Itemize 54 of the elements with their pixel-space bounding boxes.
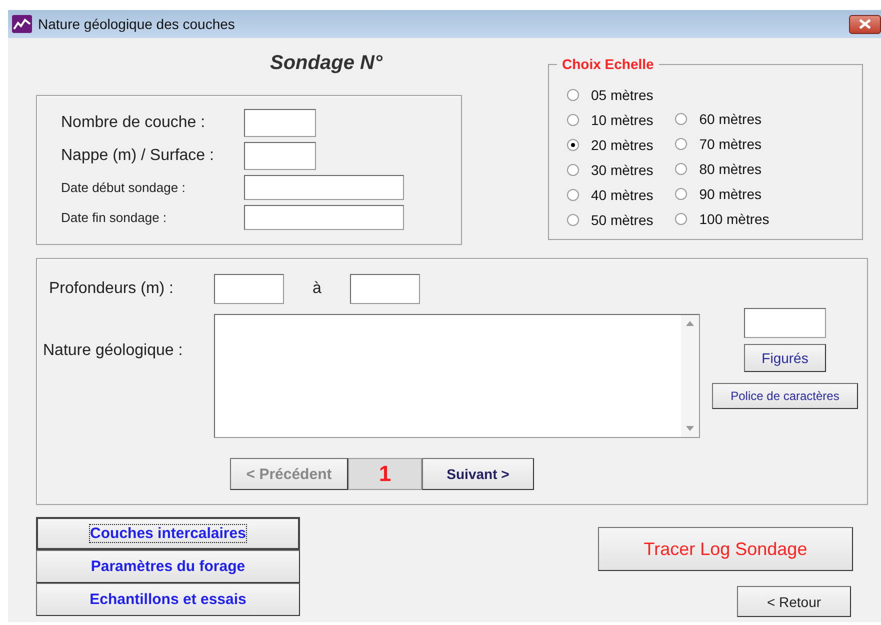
group-title: Choix Echelle xyxy=(557,56,659,72)
radio-option[interactable]: 80 mètres xyxy=(675,159,770,178)
connector-label: à xyxy=(312,280,322,298)
radio-circle[interactable] xyxy=(675,212,688,224)
text-area[interactable] xyxy=(214,314,700,438)
field-label: Nature géologique : xyxy=(43,342,184,361)
field-label: Profondeurs (m) : xyxy=(49,280,174,298)
radio-option[interactable]: 100 mètres xyxy=(675,209,770,228)
radio-circle[interactable] xyxy=(567,138,579,150)
input-field[interactable] xyxy=(744,308,826,338)
radio-option[interactable]: 60 mètres xyxy=(675,109,770,128)
input-field[interactable] xyxy=(214,274,284,304)
radio-circle[interactable] xyxy=(675,162,688,174)
radio-circle[interactable] xyxy=(675,112,688,124)
radio-option[interactable]: 20 mètres xyxy=(567,135,654,154)
radio-option[interactable]: 70 mètres xyxy=(675,134,770,153)
heading: Sondage N° xyxy=(270,52,384,76)
page-number: 1 xyxy=(348,458,422,490)
radio-circle[interactable] xyxy=(567,114,579,126)
radio-circle[interactable] xyxy=(567,164,579,176)
font-button[interactable]: Police de caractères xyxy=(712,383,858,409)
radio-option[interactable]: 90 mètres xyxy=(675,184,770,203)
radio-option[interactable]: 30 mètres xyxy=(567,160,654,179)
input-field[interactable] xyxy=(350,274,420,304)
window-title: Nature géologique des couches xyxy=(38,16,235,32)
scroll-down-icon[interactable] xyxy=(686,426,694,431)
radio-option[interactable]: 05 mètres xyxy=(567,85,654,104)
close-icon xyxy=(859,19,871,29)
radio-circle[interactable] xyxy=(675,138,688,150)
radio-circle[interactable] xyxy=(567,188,579,200)
chart-icon xyxy=(12,15,32,33)
field-label: Nombre de couche : xyxy=(60,114,206,132)
back-button[interactable]: < Retour xyxy=(737,586,851,617)
input-field[interactable] xyxy=(244,205,404,230)
field-label: Nappe (m) / Surface : xyxy=(60,147,215,165)
field-label: Date fin sondage : xyxy=(60,210,168,225)
radio-circle[interactable] xyxy=(567,214,579,226)
section-button[interactable]: Echantillons et essais xyxy=(36,583,300,616)
scrollbar[interactable] xyxy=(681,315,699,437)
section-button[interactable]: Couches intercalaires xyxy=(36,517,300,550)
radio-option[interactable]: 50 mètres xyxy=(567,210,654,229)
input-field[interactable] xyxy=(244,175,404,200)
next-button[interactable]: Suivant > xyxy=(422,458,534,490)
input-field[interactable] xyxy=(244,109,316,137)
radio-option[interactable]: 40 mètres xyxy=(567,185,654,204)
close-button[interactable] xyxy=(849,14,881,34)
radio-circle[interactable] xyxy=(567,88,579,100)
section-button[interactable]: Paramètres du forage xyxy=(36,550,300,583)
field-label: Date début sondage : xyxy=(60,180,186,195)
radio-circle[interactable] xyxy=(675,188,688,200)
scroll-up-icon[interactable] xyxy=(686,321,694,326)
input-field[interactable] xyxy=(244,142,316,170)
radio-option[interactable]: 10 mètres xyxy=(567,110,654,129)
patterns-button[interactable]: Figurés xyxy=(744,344,826,372)
